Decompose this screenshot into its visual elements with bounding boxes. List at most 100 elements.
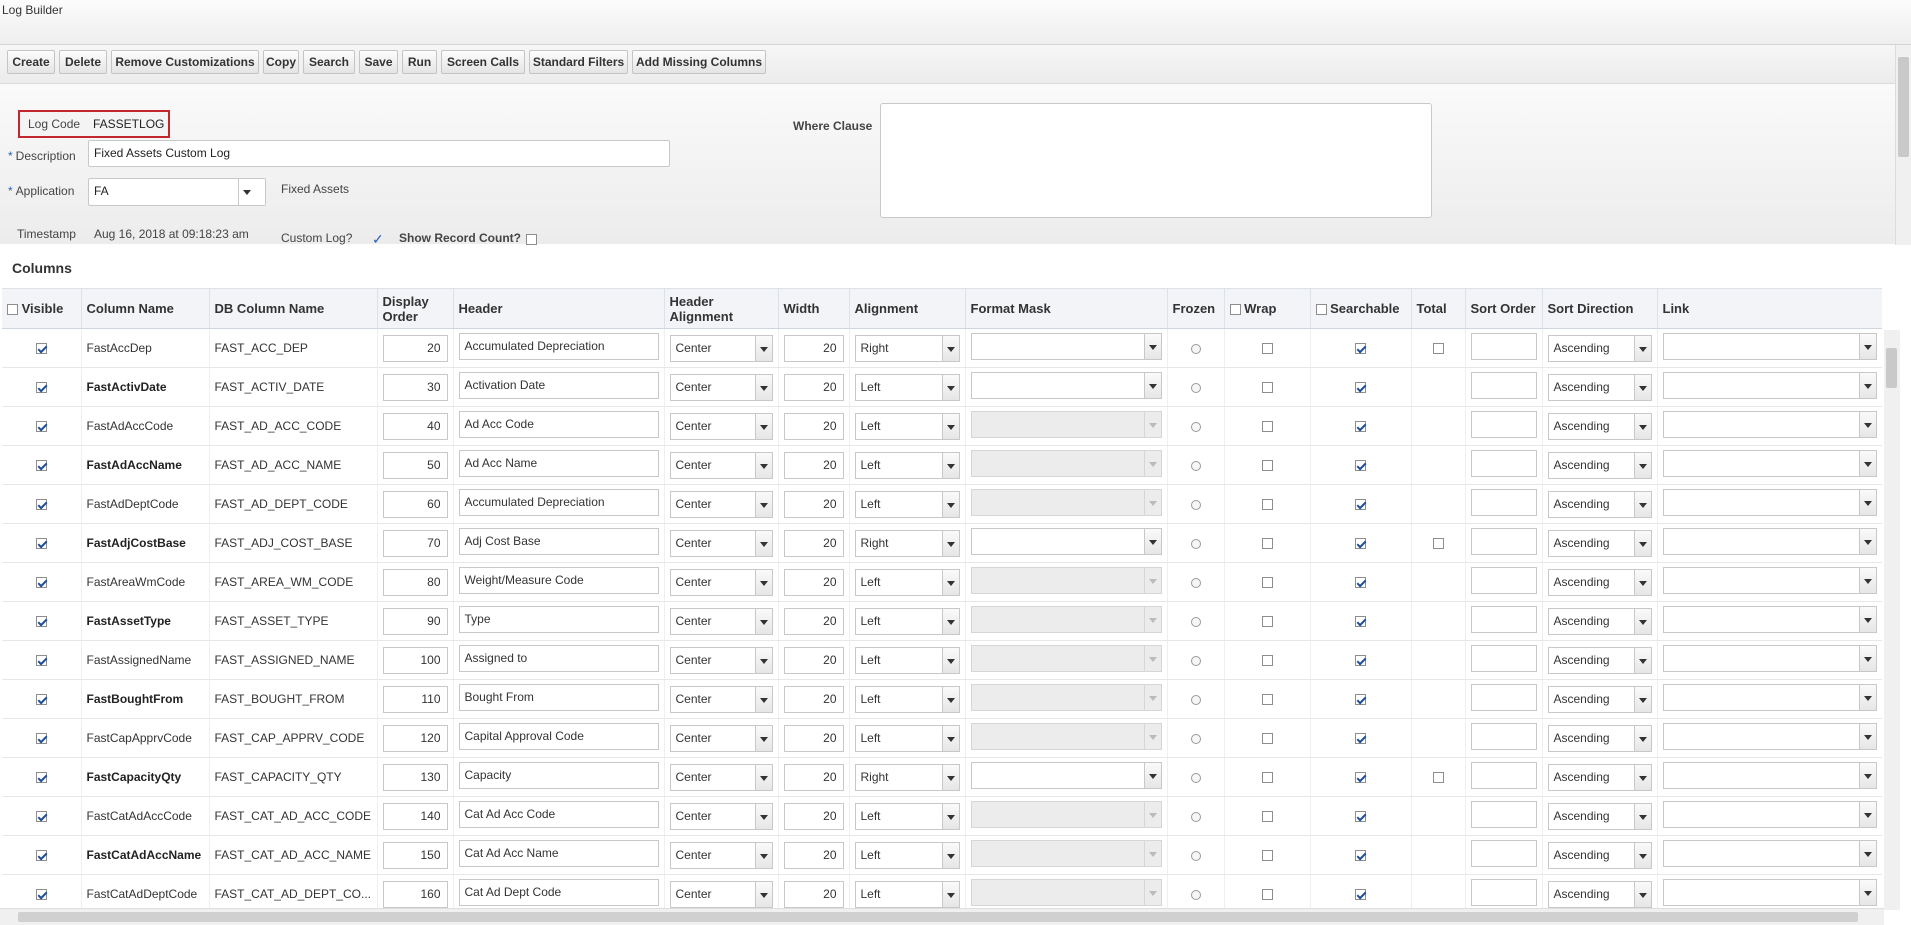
- searchable-checkbox[interactable]: [1355, 421, 1366, 433]
- chevron-down-icon[interactable]: [1633, 530, 1651, 556]
- create-button[interactable]: Create: [7, 50, 55, 74]
- sort-order-input[interactable]: [1470, 489, 1537, 516]
- header-alignment-select[interactable]: Center: [669, 880, 773, 908]
- chevron-down-icon[interactable]: [1858, 334, 1876, 359]
- run-button[interactable]: Run: [402, 50, 437, 74]
- searchable-checkbox[interactable]: [1355, 772, 1366, 784]
- col-format-mask-header[interactable]: Format Mask: [965, 288, 1168, 329]
- chevron-down-icon[interactable]: [1858, 451, 1876, 476]
- visible-checkbox[interactable]: [35, 772, 47, 784]
- header-input[interactable]: Cat Ad Acc Name: [458, 840, 659, 867]
- wrap-checkbox[interactable]: [1261, 694, 1273, 706]
- link-select[interactable]: [1662, 567, 1877, 594]
- sort-order-input[interactable]: [1470, 762, 1537, 789]
- display-order-input[interactable]: 90: [382, 607, 448, 635]
- frozen-radio[interactable]: [1190, 538, 1201, 549]
- width-input[interactable]: 20: [783, 373, 844, 401]
- col-header-alignment-header[interactable]: Header Alignment: [664, 288, 779, 329]
- wrap-checkbox[interactable]: [1261, 889, 1273, 901]
- link-select[interactable]: [1662, 762, 1877, 789]
- sort-direction-select[interactable]: Ascending: [1547, 880, 1652, 908]
- display-order-input[interactable]: 110: [382, 685, 448, 713]
- display-order-input[interactable]: 50: [382, 451, 448, 479]
- width-input[interactable]: 20: [783, 685, 844, 713]
- chevron-down-icon[interactable]: [941, 491, 959, 517]
- sort-order-input[interactable]: [1470, 528, 1537, 555]
- sort-order-input[interactable]: [1470, 450, 1537, 477]
- chevron-down-icon[interactable]: [941, 686, 959, 712]
- chevron-down-icon[interactable]: [1858, 529, 1876, 554]
- total-checkbox[interactable]: [1432, 538, 1444, 550]
- chevron-down-icon[interactable]: [754, 803, 772, 829]
- frozen-radio[interactable]: [1190, 850, 1201, 861]
- chevron-down-icon[interactable]: [941, 569, 959, 595]
- sort-direction-select[interactable]: Ascending: [1547, 373, 1652, 401]
- chevron-down-icon[interactable]: [941, 530, 959, 556]
- chevron-down-icon[interactable]: [754, 881, 772, 907]
- header-alignment-select[interactable]: Center: [669, 841, 773, 869]
- show-record-count-checkbox[interactable]: [526, 234, 537, 245]
- searchable-checkbox[interactable]: [1355, 811, 1366, 823]
- sort-order-input[interactable]: [1470, 723, 1537, 750]
- wrap-checkbox[interactable]: [1261, 655, 1273, 667]
- chevron-down-icon[interactable]: [754, 647, 772, 673]
- col-header-header[interactable]: Header: [453, 288, 665, 329]
- alignment-select[interactable]: Left: [854, 685, 960, 713]
- remove-customizations-button[interactable]: Remove Customizations: [111, 50, 259, 74]
- display-order-input[interactable]: 120: [382, 724, 448, 752]
- select-all-wrap-checkbox[interactable]: [1229, 304, 1241, 316]
- frozen-radio[interactable]: [1190, 382, 1201, 393]
- select-all-visible-checkbox[interactable]: [7, 304, 18, 316]
- width-input[interactable]: 20: [783, 412, 844, 440]
- header-input[interactable]: Ad Acc Code: [458, 411, 659, 438]
- chevron-down-icon[interactable]: [1143, 334, 1161, 359]
- header-alignment-select[interactable]: Center: [669, 490, 773, 518]
- header-input[interactable]: Type: [458, 606, 659, 633]
- chevron-down-icon[interactable]: [754, 530, 772, 556]
- wrap-checkbox[interactable]: [1261, 733, 1273, 745]
- display-order-input[interactable]: 40: [382, 412, 448, 440]
- table-vertical-scrollbar[interactable]: [1884, 330, 1900, 910]
- link-select[interactable]: [1662, 450, 1877, 477]
- frozen-radio[interactable]: [1190, 460, 1201, 471]
- link-select[interactable]: [1662, 645, 1877, 672]
- chevron-down-icon[interactable]: [1858, 568, 1876, 593]
- sort-order-input[interactable]: [1470, 411, 1537, 438]
- frozen-radio[interactable]: [1190, 733, 1201, 744]
- alignment-select[interactable]: Left: [854, 451, 960, 479]
- delete-button[interactable]: Delete: [59, 50, 107, 74]
- col-total-header[interactable]: Total: [1411, 288, 1466, 329]
- visible-checkbox[interactable]: [35, 421, 47, 433]
- table-horizontal-scrollbar[interactable]: [0, 908, 1884, 925]
- width-input[interactable]: 20: [783, 841, 844, 869]
- chevron-down-icon[interactable]: [1143, 763, 1161, 788]
- sort-order-input[interactable]: [1470, 879, 1537, 906]
- visible-checkbox[interactable]: [35, 538, 47, 550]
- header-input[interactable]: Assigned to: [458, 645, 659, 672]
- header-alignment-select[interactable]: Center: [669, 334, 773, 362]
- searchable-checkbox[interactable]: [1355, 733, 1366, 745]
- width-input[interactable]: 20: [783, 880, 844, 908]
- frozen-radio[interactable]: [1190, 772, 1201, 783]
- chevron-down-icon[interactable]: [1143, 529, 1161, 554]
- sort-direction-select[interactable]: Ascending: [1547, 412, 1652, 440]
- width-input[interactable]: 20: [783, 451, 844, 479]
- wrap-checkbox[interactable]: [1261, 811, 1273, 823]
- chevron-down-icon[interactable]: [941, 725, 959, 751]
- col-width-header[interactable]: Width: [778, 288, 850, 329]
- display-order-input[interactable]: 20: [382, 334, 448, 362]
- chevron-down-icon[interactable]: [754, 764, 772, 790]
- sort-direction-select[interactable]: Ascending: [1547, 685, 1652, 713]
- searchable-checkbox[interactable]: [1355, 343, 1366, 355]
- searchable-checkbox[interactable]: [1355, 655, 1366, 667]
- total-checkbox[interactable]: [1432, 772, 1444, 784]
- display-order-input[interactable]: 60: [382, 490, 448, 518]
- table-horizontal-scrollbar-thumb[interactable]: [18, 912, 1858, 922]
- sort-direction-select[interactable]: Ascending: [1547, 490, 1652, 518]
- width-input[interactable]: 20: [783, 802, 844, 830]
- alignment-select[interactable]: Left: [854, 724, 960, 752]
- searchable-checkbox[interactable]: [1355, 694, 1366, 706]
- header-input[interactable]: Cat Ad Acc Code: [458, 801, 659, 828]
- header-alignment-select[interactable]: Center: [669, 802, 773, 830]
- sort-direction-select[interactable]: Ascending: [1547, 334, 1652, 362]
